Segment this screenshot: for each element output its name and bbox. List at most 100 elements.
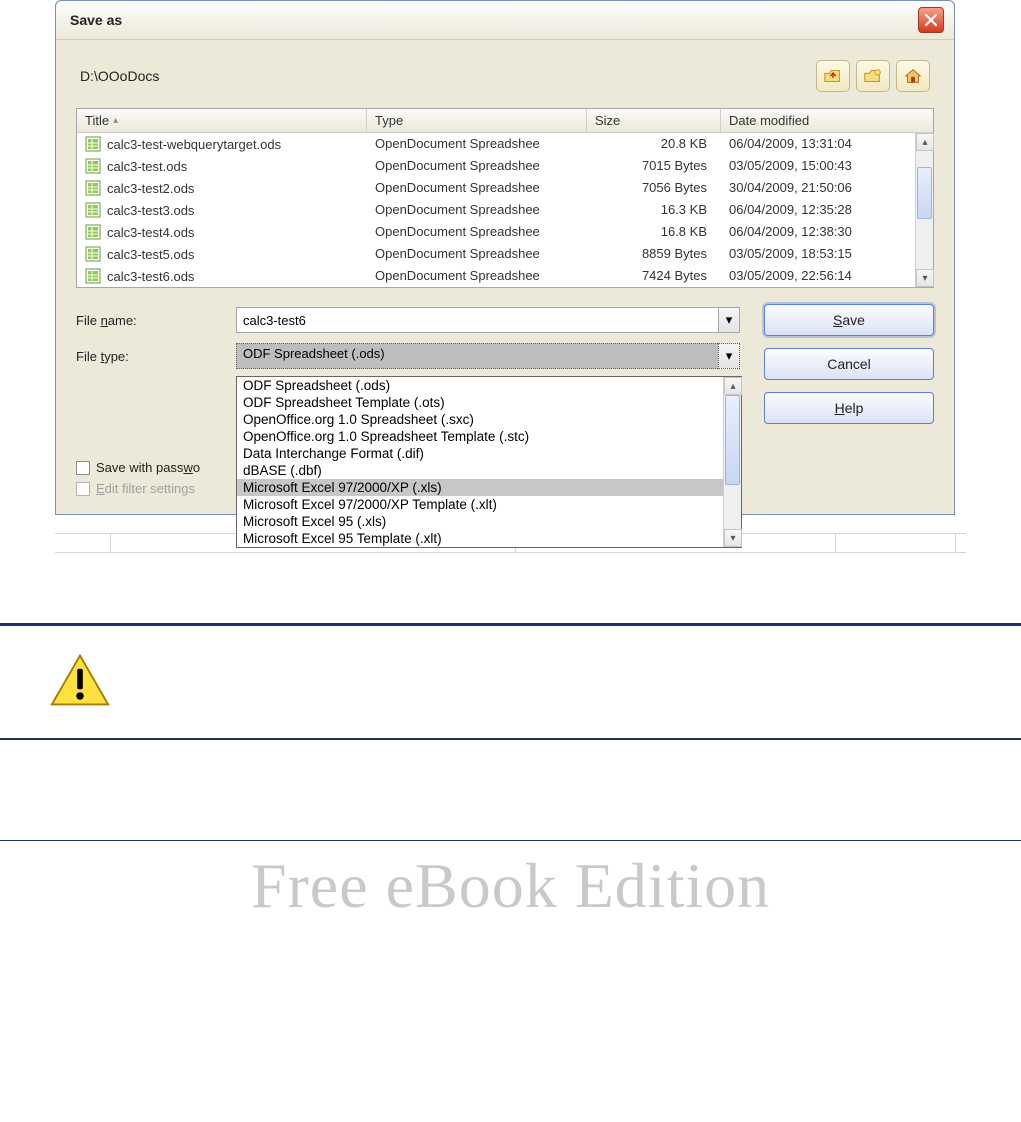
save-button[interactable]: Save (764, 304, 934, 336)
cancel-button[interactable]: Cancel (764, 348, 934, 380)
filename-dropdown-button[interactable]: ▾ (718, 307, 740, 333)
edit-filter-label: Edit filter settings (96, 481, 195, 496)
filetype-dropdown-list: ODF Spreadsheet (.ods)ODF Spreadsheet Te… (236, 376, 742, 548)
filetype-option[interactable]: OpenOffice.org 1.0 Spreadsheet Template … (237, 428, 741, 445)
filetype-option[interactable]: ODF Spreadsheet (.ods) (237, 377, 741, 394)
filetype-dropdown-button[interactable]: ▾ (718, 343, 740, 369)
caution-row (0, 646, 1021, 714)
spreadsheet-file-icon (85, 136, 101, 152)
close-icon (924, 13, 938, 27)
file-type: OpenDocument Spreadshee (367, 180, 587, 196)
scroll-up-icon[interactable]: ▴ (916, 133, 934, 151)
filetype-option[interactable]: Microsoft Excel 95 (.xls) (237, 513, 741, 530)
spreadsheet-file-icon (85, 202, 101, 218)
watermark-text: Free eBook Edition (0, 849, 1021, 923)
column-title[interactable]: Title ▴ (77, 109, 367, 132)
close-button[interactable] (918, 7, 944, 33)
file-type: OpenDocument Spreadshee (367, 158, 587, 174)
filename-input[interactable] (236, 307, 718, 333)
file-date: 06/04/2009, 12:38:30 (721, 224, 933, 240)
up-folder-button[interactable] (816, 60, 850, 92)
file-size: 20.8 KB (587, 136, 721, 152)
new-folder-button[interactable] (856, 60, 890, 92)
scroll-up-icon[interactable]: ▴ (724, 377, 742, 395)
scroll-thumb[interactable] (725, 395, 740, 485)
folder-new-icon (863, 67, 883, 85)
file-row[interactable]: calc3-test4.ods OpenDocument Spreadshee16… (77, 221, 933, 243)
file-row[interactable]: calc3-test5.ods OpenDocument Spreadshee88… (77, 243, 933, 265)
scroll-thumb[interactable] (917, 167, 932, 219)
file-name: calc3-test6.ods (107, 269, 194, 284)
file-row[interactable]: calc3-test-webquerytarget.ods OpenDocumen… (77, 133, 933, 155)
file-row[interactable]: calc3-test2.ods OpenDocument Spreadshee70… (77, 177, 933, 199)
file-size: 16.3 KB (587, 202, 721, 218)
file-name: calc3-test-webquerytarget.ods (107, 137, 281, 152)
file-list: Title ▴ Type Size Date modified calc3-te… (76, 108, 934, 288)
folder-up-icon (823, 67, 843, 85)
file-type: OpenDocument Spreadshee (367, 268, 587, 284)
filetype-selected: ODF Spreadsheet (.ods) (236, 343, 718, 369)
spreadsheet-file-icon (85, 224, 101, 240)
scroll-down-icon[interactable]: ▾ (916, 269, 934, 287)
save-as-dialog: Save as D:\OOoDocs (55, 0, 955, 515)
filetype-option[interactable]: dBASE (.dbf) (237, 462, 741, 479)
filename-label: File name: (76, 313, 236, 328)
dropdown-scrollbar[interactable]: ▴ ▾ (723, 377, 741, 547)
file-date: 03/05/2009, 18:53:15 (721, 246, 933, 262)
chevron-down-icon: ▾ (726, 348, 733, 364)
file-date: 06/04/2009, 13:31:04 (721, 136, 933, 152)
file-row[interactable]: calc3-test6.ods OpenDocument Spreadshee74… (77, 265, 933, 287)
current-path: D:\OOoDocs (80, 68, 159, 84)
chevron-down-icon: ▾ (726, 312, 733, 328)
file-size: 7424 Bytes (587, 268, 721, 284)
file-name: calc3-test5.ods (107, 247, 194, 262)
divider (0, 840, 1021, 841)
file-name: calc3-test4.ods (107, 225, 194, 240)
divider (0, 623, 1021, 626)
save-with-password-checkbox[interactable] (76, 461, 90, 475)
caution-icon (50, 652, 110, 708)
filetype-combo[interactable]: ODF Spreadsheet (.ods) ▾ (236, 343, 740, 369)
file-type: OpenDocument Spreadshee (367, 202, 587, 218)
divider (0, 738, 1021, 740)
filetype-option[interactable]: Microsoft Excel 97/2000/XP (.xls) (237, 479, 741, 496)
spreadsheet-file-icon (85, 246, 101, 262)
filetype-label: File type: (76, 349, 236, 364)
filetype-option[interactable]: ODF Spreadsheet Template (.ots) (237, 394, 741, 411)
file-date: 03/05/2009, 22:56:14 (721, 268, 933, 284)
file-type: OpenDocument Spreadshee (367, 224, 587, 240)
column-type[interactable]: Type (367, 109, 587, 132)
titlebar: Save as (56, 1, 954, 40)
filetype-option[interactable]: Microsoft Excel 97/2000/XP Template (.xl… (237, 496, 741, 513)
help-button[interactable]: Help (764, 392, 934, 424)
home-button[interactable] (896, 60, 930, 92)
column-size[interactable]: Size (587, 109, 721, 132)
scroll-down-icon[interactable]: ▾ (724, 529, 742, 547)
spreadsheet-file-icon (85, 180, 101, 196)
file-row[interactable]: calc3-test.odsOpenDocument Spreadshee701… (77, 155, 933, 177)
column-date[interactable]: Date modified (721, 109, 933, 132)
save-with-password-label: Save with passwo (96, 460, 200, 475)
file-name: calc3-test3.ods (107, 203, 194, 218)
file-date: 06/04/2009, 12:35:28 (721, 202, 933, 218)
filetype-option[interactable]: OpenOffice.org 1.0 Spreadsheet (.sxc) (237, 411, 741, 428)
sort-asc-icon: ▴ (113, 115, 118, 126)
file-date: 30/04/2009, 21:50:06 (721, 180, 933, 196)
file-type: OpenDocument Spreadshee (367, 246, 587, 262)
file-type: OpenDocument Spreadshee (367, 136, 587, 152)
filename-combo[interactable]: ▾ (236, 307, 740, 333)
file-name: calc3-test2.ods (107, 181, 194, 196)
file-size: 7056 Bytes (587, 180, 721, 196)
file-size: 7015 Bytes (587, 158, 721, 174)
spreadsheet-file-icon (85, 158, 101, 174)
file-size: 8859 Bytes (587, 246, 721, 262)
spreadsheet-file-icon (85, 268, 101, 284)
file-size: 16.8 KB (587, 224, 721, 240)
file-date: 03/05/2009, 15:00:43 (721, 158, 933, 174)
filetype-option[interactable]: Microsoft Excel 95 Template (.xlt) (237, 530, 741, 547)
file-row[interactable]: calc3-test3.ods OpenDocument Spreadshee16… (77, 199, 933, 221)
filetype-option[interactable]: Data Interchange Format (.dif) (237, 445, 741, 462)
dialog-title: Save as (70, 12, 122, 28)
file-list-scrollbar[interactable]: ▴ ▾ (915, 133, 933, 287)
home-icon (903, 67, 923, 85)
